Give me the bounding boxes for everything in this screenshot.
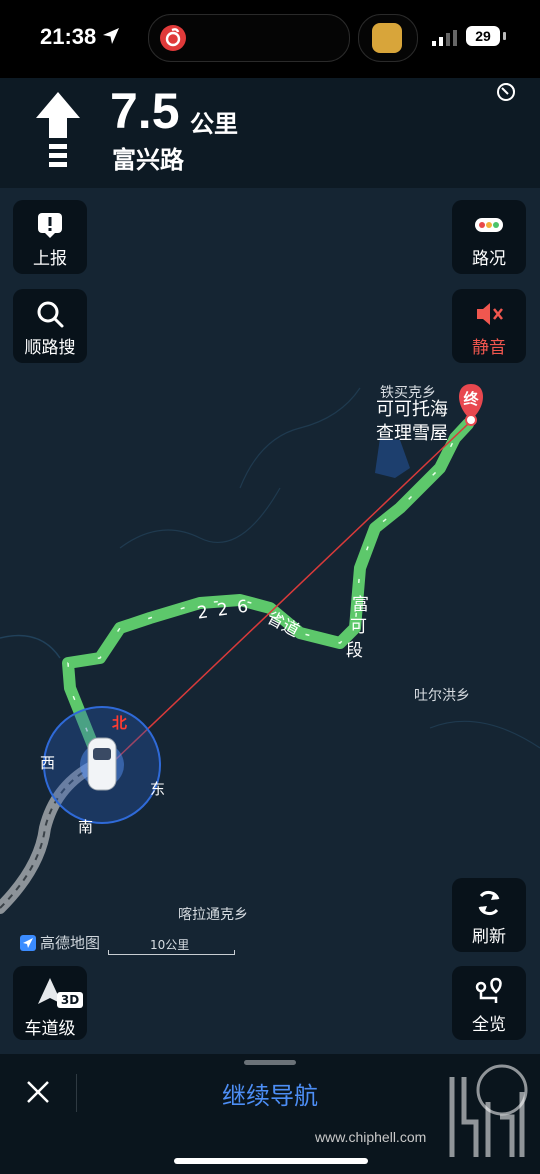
traffic-label: 路况 <box>472 249 506 269</box>
cellular-signal-icon <box>432 30 457 46</box>
destination-dot <box>465 414 477 426</box>
divider <box>76 1074 77 1112</box>
compass-east: 东 <box>150 780 166 798</box>
app-thumbnail <box>372 23 402 53</box>
battery-level: 29 <box>466 26 500 46</box>
traffic-icon <box>475 218 503 232</box>
gps-signal-icon <box>497 83 515 101</box>
compass-north: 北 <box>112 714 128 732</box>
mute-icon <box>477 303 503 325</box>
place-label-east: 吐尔洪乡 <box>414 688 470 704</box>
location-arrow-icon <box>103 28 119 44</box>
watermark-url: www.chiphell.com <box>315 1129 427 1145</box>
map-brand: 高德地图 <box>40 934 101 952</box>
search-along-route-button[interactable]: 顺路搜 <box>13 289 87 363</box>
home-indicator[interactable] <box>174 1158 368 1164</box>
dynamic-island-app[interactable] <box>358 14 418 62</box>
next-road-name: 富兴路 <box>112 146 184 174</box>
status-bar: 21:38 29 <box>0 0 540 78</box>
continue-navigation-button[interactable]: 继续导航 <box>150 1076 390 1111</box>
destination-name-line1: 可可托海 <box>376 399 448 420</box>
report-icon <box>38 213 62 238</box>
netease-music-icon <box>160 25 186 51</box>
navigation-header: 7.5 公里 富兴路 <box>0 78 540 188</box>
overview-icon <box>475 977 502 1003</box>
amap-logo-icon <box>20 935 36 951</box>
lane-level-button[interactable]: 3D 车道级 <box>13 966 87 1040</box>
report-button[interactable]: 上报 <box>13 200 87 274</box>
lane-level-label: 车道级 <box>24 1019 76 1039</box>
battery-tip <box>503 32 506 40</box>
mute-label: 静音 <box>472 338 506 358</box>
car-windshield <box>93 748 111 760</box>
drag-handle[interactable] <box>244 1060 296 1065</box>
distance-unit: 公里 <box>190 110 238 138</box>
car-icon <box>87 737 117 791</box>
place-label-south: 喀拉通克乡 <box>178 907 248 923</box>
refresh-icon <box>478 891 500 915</box>
report-label: 上报 <box>33 249 67 269</box>
search-icon <box>37 301 64 328</box>
chiphell-watermark-logo <box>449 1064 528 1157</box>
search-along-route-label: 顺路搜 <box>24 338 76 358</box>
scale-bar <box>108 950 235 955</box>
road-label-duan: 段 <box>346 641 363 661</box>
straight-arrow-icon <box>36 92 80 167</box>
close-icon[interactable] <box>26 1080 50 1104</box>
dynamic-island-music[interactable] <box>148 14 350 62</box>
refresh-button[interactable]: 刷新 <box>452 878 526 952</box>
compass-west: 西 <box>40 754 56 772</box>
destination-marker-label: 终 <box>463 390 479 408</box>
bottom-action-bar: 继续导航 www.chiphell.com <box>0 1054 540 1174</box>
distance-value: 7.5 <box>110 83 180 139</box>
compass-south: 南 <box>78 818 94 836</box>
overview-label: 全览 <box>472 1015 506 1035</box>
destination-name-line2: 查理雪屋 <box>376 423 448 444</box>
status-time: 21:38 <box>40 24 97 49</box>
mute-button[interactable]: 静音 <box>452 289 526 363</box>
overview-button[interactable]: 全览 <box>452 966 526 1040</box>
traffic-button[interactable]: 路况 <box>452 200 526 274</box>
road-label-ke: 可 <box>350 617 367 637</box>
3d-badge: 3D <box>57 992 83 1008</box>
refresh-label: 刷新 <box>472 927 506 947</box>
